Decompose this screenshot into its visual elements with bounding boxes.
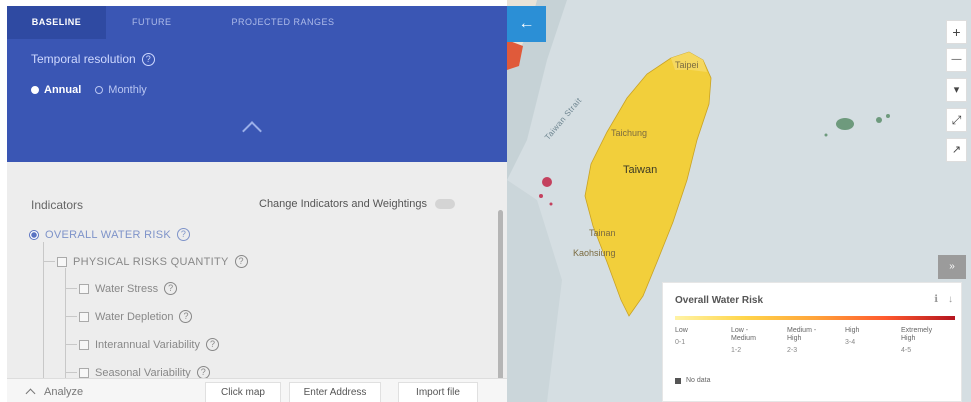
zoom-in-button[interactable]: + [946,20,967,44]
indicator-overall-label: OVERALL WATER RISK [45,228,172,241]
checkbox-icon [79,311,89,322]
help-icon[interactable]: ? [234,255,248,268]
temporal-resolution: Temporal resolution ? [31,52,155,66]
tree-line [65,344,77,345]
legend-actions: ℹ ↓ [934,294,953,305]
legend-no-data: No data [675,377,711,384]
legend-category-name: Extremely High [901,327,933,342]
tab-projected-ranges[interactable]: PROJECTED RANGES [192,6,355,39]
help-icon[interactable]: ? [205,338,219,351]
change-indicators[interactable]: Change Indicators and Weightings [259,198,455,210]
checkbox-icon [57,256,67,267]
indicator-water-stress[interactable]: Water Stress ? [79,282,178,295]
map-label-north: Taipei [675,60,699,70]
scrollbar[interactable] [498,210,503,402]
basemap-icon[interactable]: ▾ [946,78,967,102]
click-map-button[interactable]: Click map [205,382,281,402]
tree-line [43,261,55,262]
checkbox-icon [79,283,89,294]
download-icon[interactable]: ↓ [948,294,953,305]
legend-category-range: 3-4 [845,339,856,346]
indicator-physical-label: PHYSICAL RISKS QUANTITY [73,255,229,268]
analyze-bar: Analyze Click map Enter Address Import f… [7,378,507,402]
import-file-button[interactable]: Import file [398,382,478,402]
legend-title: Overall Water Risk [675,295,764,306]
checkbox-icon [79,367,89,378]
indicator-interannual-variability[interactable]: Interannual Variability ? [79,338,219,351]
map-label-country: Taiwan [623,164,658,176]
analyze-label: Analyze [44,386,84,398]
radio-annual-label: Annual [44,84,82,96]
map-label-west2: Tainan [589,228,616,238]
arrow-left-icon[interactable]: ← [507,6,546,42]
legend-category: Extremely High 4-5 [901,327,947,355]
legend-category: Low - Medium 1-2 [731,327,771,355]
legend-toggle-button[interactable]: » [938,255,966,279]
indicators-title: Indicators [31,198,84,212]
tab-baseline[interactable]: BASELINE [7,6,106,39]
indicator-label: Interannual Variability [95,338,200,351]
legend-category-range: 1-2 [731,347,742,354]
chevron-up-icon[interactable] [242,121,262,141]
legend-category-name: High [845,327,860,334]
radio-annual[interactable]: Annual [31,84,81,96]
enter-address-button[interactable]: Enter Address [289,382,381,402]
panel-header: BASELINE FUTURE PROJECTED RANGES Tempora… [7,6,507,162]
no-data-label: No data [686,377,711,384]
legend-category-name: Low - Medium [731,327,756,342]
help-icon[interactable]: ? [177,228,191,241]
map-label-south: Kaohsiung [573,248,616,258]
toggle-switch[interactable] [434,199,455,209]
radio-dot-icon [95,86,104,94]
map-label-west1: Taichung [611,128,648,138]
temporal-resolution-label: Temporal resolution [31,52,136,66]
legend-category: Low 0-1 [675,327,731,347]
help-icon[interactable]: ? [141,52,155,66]
tree-line [65,372,77,373]
chevron-up-icon [25,388,36,399]
change-indicators-label: Change Indicators and Weightings [259,198,427,210]
resolution-options: Annual Monthly [31,84,147,96]
indicator-label: Water Stress [95,282,159,295]
legend-category-range: 2-3 [787,347,798,354]
radio-icon [29,229,39,240]
share-icon[interactable]: ↗ [946,138,967,162]
side-panel: BASELINE FUTURE PROJECTED RANGES Tempora… [7,6,507,402]
tree-line [65,288,77,289]
legend-category-range: 0-1 [675,339,686,346]
tab-bar: BASELINE FUTURE PROJECTED RANGES [7,6,507,39]
tree-line [65,316,77,317]
radio-dot-icon [31,86,39,94]
help-icon[interactable]: ? [164,282,178,295]
legend-category: High 3-4 [845,327,901,347]
info-icon[interactable]: ℹ [934,294,938,305]
legend-category-name: Medium - High [787,327,817,342]
checkbox-icon [79,339,89,350]
legend-category-name: Low [675,327,688,334]
indicator-overall-water-risk[interactable]: OVERALL WATER RISK ? [29,228,191,241]
zoom-out-button[interactable]: — [946,48,967,72]
indicator-water-depletion[interactable]: Water Depletion ? [79,310,193,323]
radio-monthly-label: Monthly [108,84,147,96]
radio-monthly[interactable]: Monthly [95,84,147,96]
fullscreen-icon[interactable]: ⤢ [946,108,967,132]
legend-category-range: 4-5 [901,347,912,354]
indicator-label: Water Depletion [95,310,174,323]
indicators-section: Indicators Change Indicators and Weighti… [7,162,507,402]
legend-panel: Overall Water Risk ℹ ↓ Low 0-1 Low - Med… [662,282,962,402]
legend-category: Medium - High 2-3 [787,327,827,355]
indicator-physical-risks-quantity[interactable]: PHYSICAL RISKS QUANTITY ? [57,255,248,268]
no-data-swatch [675,377,681,384]
indicator-label: Seasonal Variability [95,366,191,379]
legend-color-bar [675,316,955,320]
help-icon[interactable]: ? [179,310,193,323]
tab-future[interactable]: FUTURE [106,6,192,39]
analyze-toggle[interactable]: Analyze [25,386,84,399]
